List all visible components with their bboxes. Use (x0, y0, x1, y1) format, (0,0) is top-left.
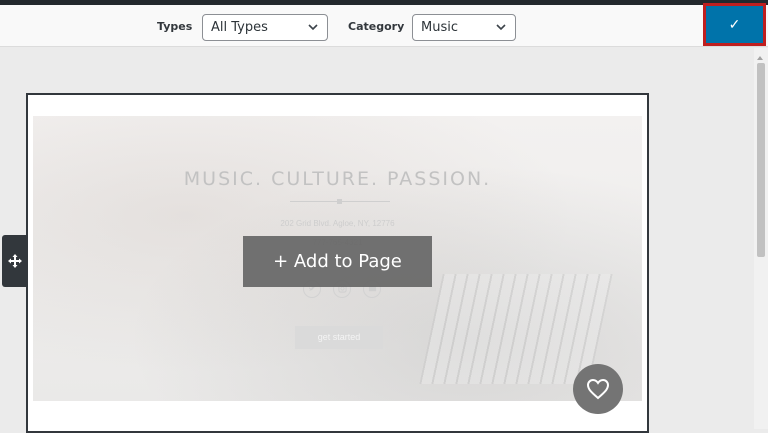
scroll-up-arrow[interactable] (757, 56, 763, 60)
category-label: Category (348, 20, 405, 33)
drag-handle[interactable] (2, 235, 28, 287)
category-select-value: Music (421, 20, 458, 35)
add-to-page-button[interactable]: + Add to Page (243, 236, 432, 287)
types-select[interactable]: All Types (202, 14, 328, 41)
template-address: 202 Grid Blvd. Agloe, NY, 12776 (280, 219, 395, 228)
chevron-down-icon (496, 24, 506, 31)
apply-button-highlight[interactable]: ✓ (703, 3, 766, 46)
move-icon (8, 254, 22, 268)
filter-toolbar: Types All Types Category Music (0, 5, 768, 47)
types-select-value: All Types (211, 20, 268, 35)
scrollbar-thumb[interactable] (757, 63, 765, 257)
heart-icon (586, 378, 610, 400)
apply-button[interactable]: ✓ (706, 6, 763, 43)
template-title: MUSIC. CULTURE. PASSION. (183, 168, 492, 190)
get-started-button: get started (295, 326, 383, 349)
category-select[interactable]: Music (412, 14, 516, 41)
favorite-button[interactable] (573, 364, 623, 414)
divider-dot (337, 199, 342, 204)
chevron-down-icon (308, 24, 318, 31)
types-label: Types (157, 20, 193, 33)
checkmark-icon: ✓ (728, 16, 741, 32)
